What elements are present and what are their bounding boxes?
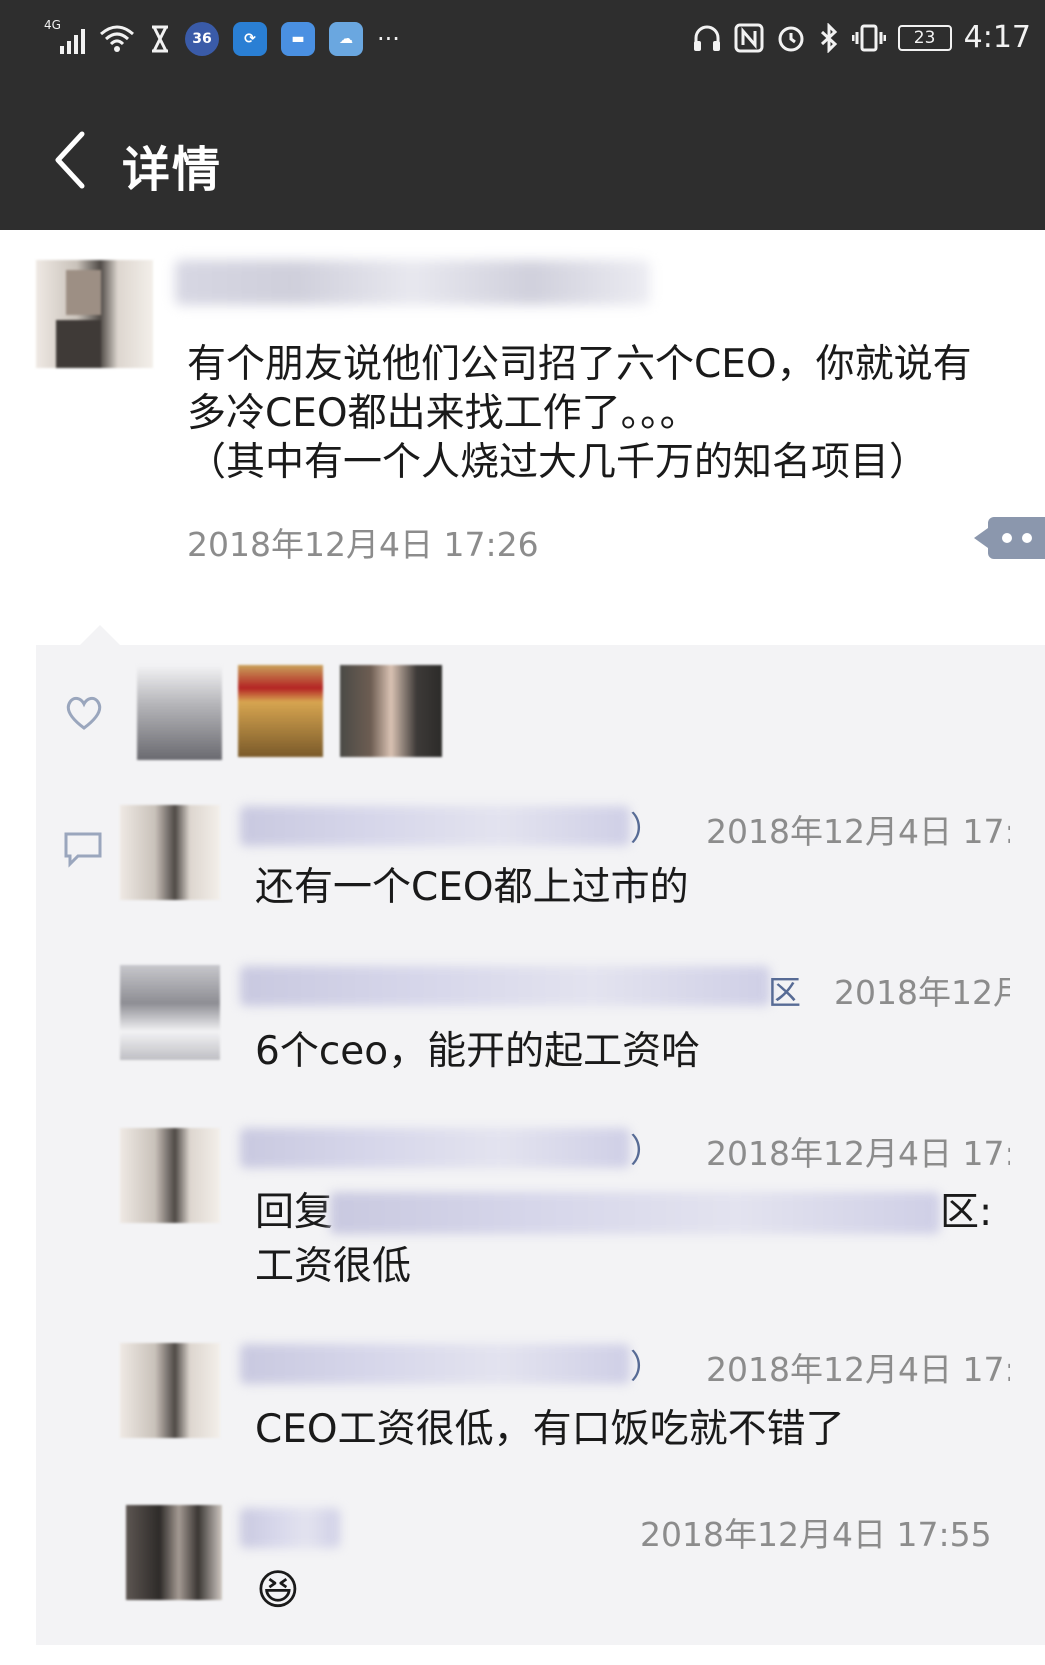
battery-level: 23 [913, 27, 936, 48]
cloud-app-icon: ☁ [329, 22, 363, 56]
alarm-icon [778, 26, 804, 51]
like-avatar[interactable] [137, 665, 222, 760]
comment-author[interactable] [240, 806, 630, 846]
post-line: 有个朋友说他们公司招了六个CEO，你就说有 [187, 342, 972, 387]
comment-icon [64, 832, 102, 868]
hourglass-icon [152, 25, 168, 53]
clock: 4:17 [963, 20, 1031, 55]
dot-icon [1021, 533, 1032, 543]
app-notification-icon: 36 [185, 22, 219, 56]
comment-time: 2018年12月 [834, 973, 1026, 1012]
reply-target-end: 区: [940, 1190, 993, 1235]
comment-avatar[interactable] [120, 1128, 220, 1223]
nfc-icon [734, 23, 764, 52]
sync-app-icon: ⟳ [233, 22, 267, 56]
author-name[interactable] [175, 260, 650, 305]
comment-time: 2018年12月4日 17: [706, 1134, 1016, 1173]
comment-text: 6个ceo，能开的起工资哈 [255, 1029, 701, 1074]
comment-text: 还有一个CEO都上过市的 [255, 865, 689, 910]
comment-avatar[interactable] [120, 805, 220, 900]
comment-name-end: ） [630, 1347, 663, 1386]
back-button[interactable] [40, 125, 100, 195]
post-content: 有个朋友说他们公司招了六个CEO，你就说有 多冷CEO都出来找工作了。。。 （其… [187, 340, 1027, 487]
like-avatar[interactable] [238, 665, 323, 757]
comment-time: 2018年12月4日 17: [706, 812, 1016, 851]
like-avatar[interactable] [340, 665, 442, 757]
comment-text: CEO工资很低，有口饭吃就不错了 [255, 1407, 845, 1452]
reply-prefix: 回复 [255, 1190, 334, 1235]
panel-edge [1010, 790, 1045, 1490]
bluetooth-icon [820, 22, 837, 53]
page-title: 详情 [122, 142, 223, 198]
comment-author[interactable] [240, 1128, 630, 1168]
status-right: 23 4:17 [692, 20, 1031, 55]
comment-name-end: 区 [768, 973, 801, 1012]
comment-avatar[interactable] [120, 1343, 220, 1438]
more-notifications-icon: ··· [377, 25, 400, 53]
comment-name-end: ） [630, 809, 663, 848]
post-timestamp: 2018年12月4日 17:26 [187, 525, 539, 564]
comment-author[interactable] [240, 966, 770, 1006]
comment-author[interactable] [240, 1508, 340, 1548]
battery-icon: 23 [897, 24, 952, 51]
folder-app-icon: ▬ [281, 22, 315, 56]
comment-avatar[interactable] [126, 1505, 222, 1600]
signal-icon: 4G [44, 18, 85, 54]
status-bar: 4G 36 ⟳ ▬ ☁ ··· 23 4:17 [0, 0, 1045, 85]
comment-text: 工资很低 [255, 1244, 412, 1289]
network-type: 4G [44, 18, 61, 32]
heart-icon [66, 696, 102, 730]
vibrate-icon [851, 24, 886, 51]
wifi-icon [100, 25, 134, 52]
comment-author[interactable] [240, 1344, 630, 1384]
avatar[interactable] [36, 260, 153, 368]
chevron-left-icon [55, 131, 85, 189]
more-actions-button[interactable] [974, 517, 1045, 559]
emoji-reaction: 😆 [256, 1565, 300, 1614]
dot-icon [1001, 533, 1012, 543]
title-bar: 详情 [0, 85, 1045, 230]
comment-time: 2018年12月4日 17: [706, 1350, 1016, 1389]
comment-time: 2018年12月4日 17:55 [640, 1515, 992, 1554]
headphones-icon [693, 25, 720, 51]
status-left: 4G 36 ⟳ ▬ ☁ ··· [44, 18, 400, 56]
reply-target[interactable] [330, 1192, 940, 1234]
comment-avatar[interactable] [120, 965, 220, 1060]
post-line: 多冷CEO都出来找工作了。。。 [187, 391, 699, 436]
comment-name-end: ） [630, 1131, 663, 1170]
post-line: （其中有一个人烧过大几千万的知名项目） [187, 440, 929, 485]
